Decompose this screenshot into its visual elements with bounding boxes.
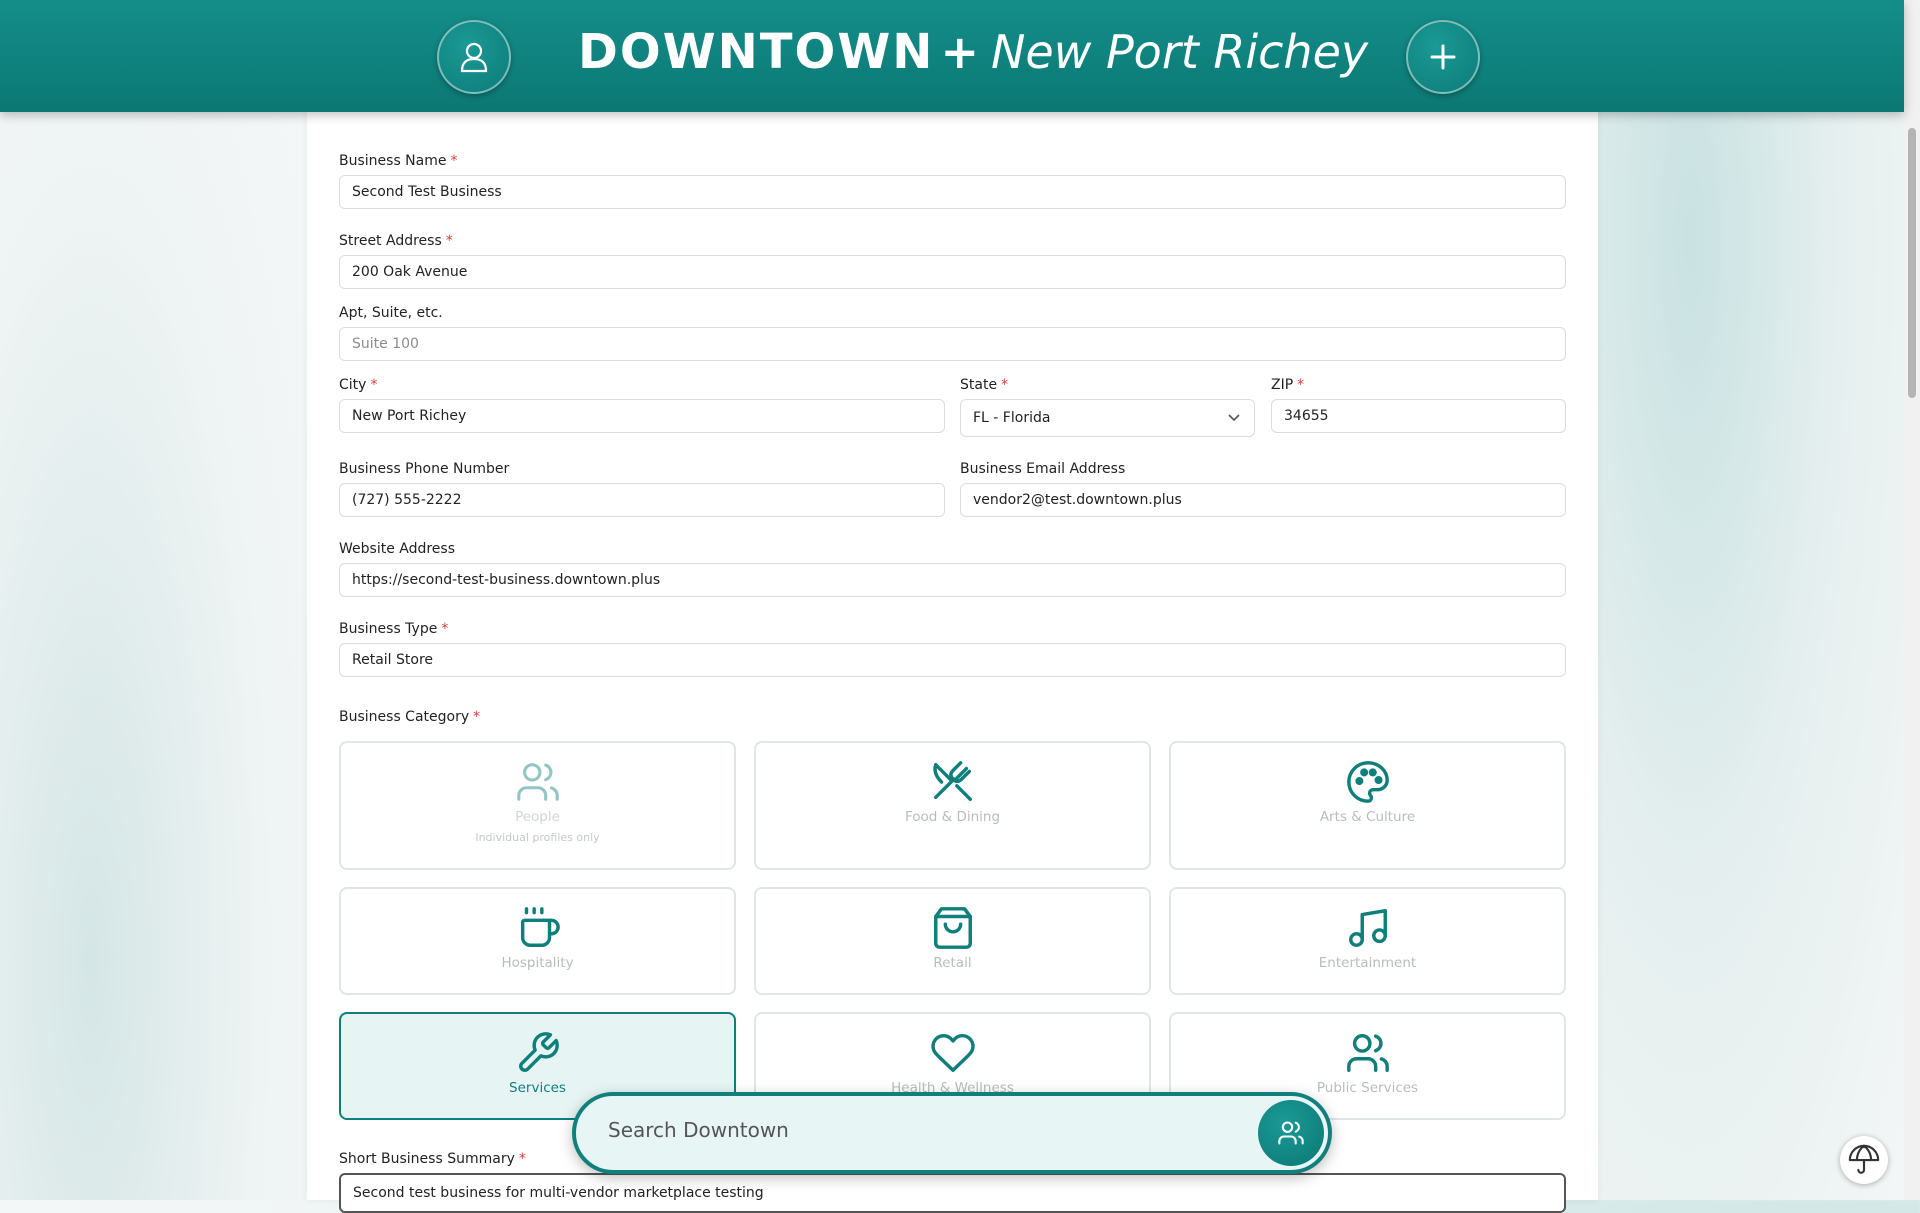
business-type-label-text: Business Type xyxy=(339,621,438,637)
profile-button[interactable] xyxy=(437,20,511,94)
website-label: Website Address xyxy=(339,541,455,557)
summary-textarea[interactable]: Second test business for multi-vendor ma… xyxy=(339,1173,1566,1213)
category-tile-entertainment[interactable]: Entertainment xyxy=(1169,887,1566,995)
state-select[interactable]: FL - Florida xyxy=(960,399,1255,437)
apt-suite-input[interactable]: Suite 100 xyxy=(339,327,1566,361)
street-address-input[interactable]: 200 Oak Avenue xyxy=(339,255,1566,289)
category-tile-people[interactable]: People Individual profiles only xyxy=(339,741,736,870)
search-input[interactable]: Search Downtown xyxy=(608,1118,789,1142)
category-name: Hospitality xyxy=(501,955,574,971)
email-label-text: Business Email Address xyxy=(960,461,1126,477)
street-address-label-text: Street Address xyxy=(339,233,442,249)
email-label: Business Email Address xyxy=(960,461,1125,477)
required-marker: * xyxy=(473,709,481,725)
help-button[interactable] xyxy=(1840,1136,1888,1184)
umbrella-icon xyxy=(1848,1144,1880,1174)
chevron-down-icon xyxy=(1228,414,1240,422)
business-name-label-text: Business Name xyxy=(339,153,447,169)
category-name: Retail xyxy=(933,955,972,971)
apt-suite-label-text: Apt, Suite, etc. xyxy=(339,305,443,321)
website-input[interactable]: https://second-test-business.downtown.pl… xyxy=(339,563,1566,597)
zip-label-text: ZIP xyxy=(1271,377,1294,393)
palette-icon xyxy=(1346,761,1389,803)
scrollbar-thumb[interactable] xyxy=(1908,128,1916,398)
wrench-icon xyxy=(518,1032,559,1072)
summary-label: Short Business Summary * xyxy=(339,1151,526,1167)
brand-city: New Port Richey xyxy=(990,25,1369,79)
required-marker: * xyxy=(1001,377,1009,393)
category-tile-retail[interactable]: Retail xyxy=(754,887,1151,995)
category-name: Arts & Culture xyxy=(1319,809,1416,825)
business-category-label-text: Business Category xyxy=(339,709,470,725)
add-button[interactable] xyxy=(1406,20,1480,94)
required-marker: * xyxy=(445,233,453,249)
state-select-value: FL - Florida xyxy=(973,410,1051,426)
category-tile-hospitality[interactable]: Hospitality xyxy=(339,887,736,995)
form-panel: Business Name * Second Test Business Stre… xyxy=(307,100,1598,1213)
brand-plus: + xyxy=(940,25,979,79)
email-input[interactable]: vendor2@test.downtown.plus xyxy=(960,483,1566,517)
apt-suite-label: Apt, Suite, etc. xyxy=(339,305,443,321)
shopping-bag-icon xyxy=(933,907,972,949)
category-subtext: Individual profiles only xyxy=(475,831,600,844)
required-marker: * xyxy=(450,153,458,169)
site-title[interactable]: DOWNTOWN + New Port Richey xyxy=(578,20,1368,84)
users-icon xyxy=(516,763,559,801)
app-header: DOWNTOWN + New Port Richey xyxy=(0,0,1904,112)
business-type-input[interactable]: Retail Store xyxy=(339,643,1566,677)
category-name: People xyxy=(515,809,560,825)
required-marker: * xyxy=(441,621,449,637)
heart-icon xyxy=(930,1034,975,1072)
brand-name: DOWNTOWN xyxy=(578,24,935,80)
search-people-button[interactable] xyxy=(1258,1100,1324,1166)
background-right xyxy=(1598,0,1904,1200)
plus-icon xyxy=(1430,44,1456,70)
users-icon xyxy=(1346,1034,1389,1072)
coffee-icon xyxy=(520,907,560,947)
summary-label-text: Short Business Summary xyxy=(339,1151,515,1167)
users-icon xyxy=(1278,1121,1304,1145)
background-left xyxy=(0,0,307,1200)
business-name-input[interactable]: Second Test Business xyxy=(339,175,1566,209)
required-marker: * xyxy=(1297,377,1305,393)
city-label: City * xyxy=(339,377,377,393)
required-marker: * xyxy=(518,1151,526,1167)
category-name: Food & Dining xyxy=(904,809,1001,825)
user-icon xyxy=(460,42,488,73)
search-bar[interactable]: Search Downtown xyxy=(572,1092,1332,1174)
music-icon xyxy=(1348,909,1387,947)
city-label-text: City xyxy=(339,377,367,393)
phone-input[interactable]: (727) 555-2222 xyxy=(339,483,945,517)
street-address-label: Street Address * xyxy=(339,233,453,249)
phone-label: Business Phone Number xyxy=(339,461,509,477)
website-label-text: Website Address xyxy=(339,541,456,557)
business-type-label: Business Type * xyxy=(339,621,448,637)
required-marker: * xyxy=(370,377,378,393)
business-name-label: Business Name * xyxy=(339,153,458,169)
business-category-label: Business Category * xyxy=(339,709,480,725)
category-name: Entertainment xyxy=(1318,955,1417,971)
page-scrollbar[interactable] xyxy=(1904,0,1920,1200)
phone-label-text: Business Phone Number xyxy=(339,461,510,477)
zip-input[interactable]: 34655 xyxy=(1271,399,1566,433)
category-tile-food-dining[interactable]: Food & Dining xyxy=(754,741,1151,870)
state-label-text: State xyxy=(960,377,998,393)
city-input[interactable]: New Port Richey xyxy=(339,399,945,433)
state-label: State * xyxy=(960,377,1008,393)
zip-label: ZIP * xyxy=(1271,377,1304,393)
utensils-icon xyxy=(932,761,972,801)
category-tile-arts-culture[interactable]: Arts & Culture xyxy=(1169,741,1566,870)
